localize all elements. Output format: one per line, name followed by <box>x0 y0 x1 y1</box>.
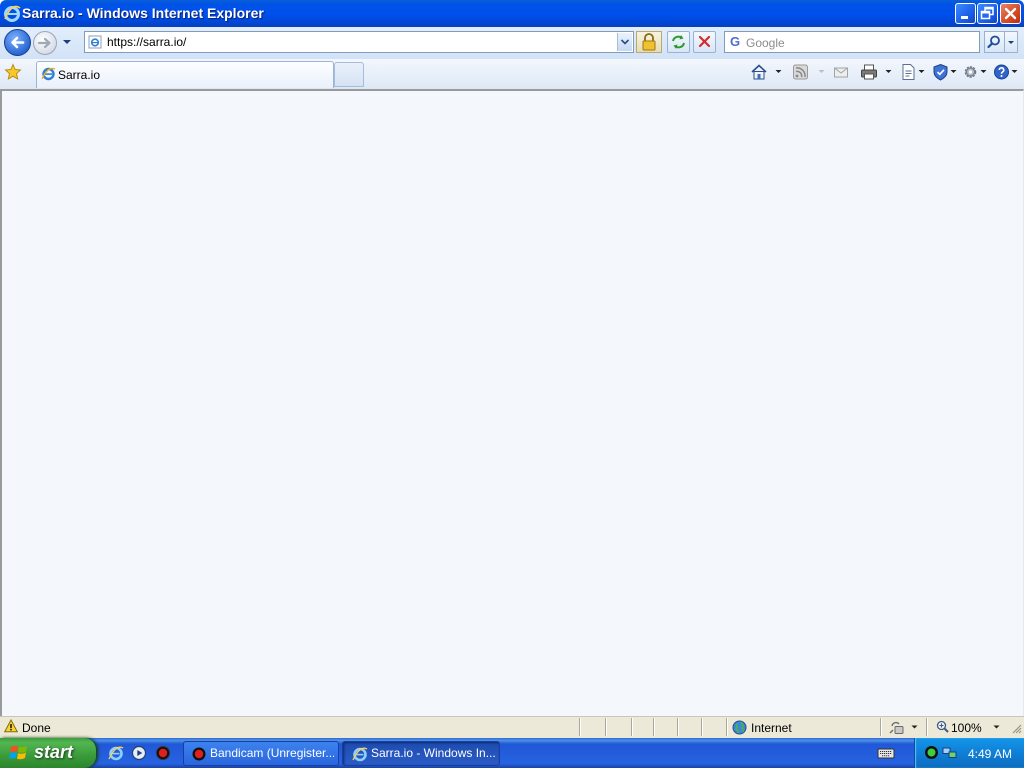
network-connection-icon[interactable] <box>942 745 957 760</box>
window-title: Sarra.io - Windows Internet Explorer <box>22 5 264 21</box>
bandicam-icon[interactable] <box>155 745 171 761</box>
feeds-icon[interactable] <box>792 63 809 81</box>
chevron-down-icon <box>993 725 1000 729</box>
restore-icon <box>980 6 994 20</box>
ie-icon <box>352 746 368 762</box>
minimize-icon <box>961 16 968 19</box>
status-divider <box>726 718 728 736</box>
taskbar-button-label: Bandicam (Unregister... <box>210 746 334 760</box>
status-divider <box>579 718 581 736</box>
mail-icon[interactable] <box>833 63 849 81</box>
zoom-dropdown[interactable] <box>993 723 1000 731</box>
tab-label: Sarra.io <box>58 68 101 82</box>
feeds-dropdown[interactable] <box>818 66 825 76</box>
forward-button[interactable] <box>33 31 57 55</box>
refresh-button[interactable] <box>667 31 690 53</box>
ie-page-icon <box>88 35 102 49</box>
close-icon <box>1004 7 1017 20</box>
status-divider <box>677 718 679 736</box>
google-logo-icon: G <box>730 34 741 49</box>
back-button[interactable] <box>4 29 31 56</box>
refresh-icon <box>672 35 685 49</box>
magnifier-icon <box>987 35 1000 49</box>
chevron-down-icon <box>950 70 957 73</box>
safety-icon[interactable] <box>932 63 949 81</box>
page-dropdown[interactable] <box>918 66 925 76</box>
new-tab-button[interactable] <box>334 62 364 87</box>
back-arrow-icon <box>11 36 25 49</box>
chevron-down-icon <box>980 70 987 73</box>
status-text: Done <box>22 721 51 735</box>
security-zone-label[interactable]: Internet <box>751 721 792 735</box>
status-divider <box>605 718 607 736</box>
home-dropdown[interactable] <box>775 66 782 76</box>
zoom-magnifier-icon <box>936 720 949 733</box>
status-bar <box>0 716 1024 738</box>
search-input[interactable]: Google <box>746 36 785 50</box>
status-divider <box>701 718 703 736</box>
tools-icon[interactable] <box>962 63 979 81</box>
chevron-down-icon <box>63 40 71 44</box>
record-status-icon[interactable] <box>924 745 939 760</box>
favorites-star-icon[interactable] <box>4 63 22 81</box>
protected-mode-icon[interactable] <box>889 720 907 735</box>
status-divider <box>653 718 655 736</box>
warning-icon[interactable] <box>4 719 18 733</box>
page-icon[interactable] <box>900 63 917 81</box>
windows-flag-icon <box>9 744 29 762</box>
ie-logo-icon <box>3 4 21 22</box>
minimize-button[interactable] <box>955 3 976 24</box>
security-report-button[interactable] <box>636 31 662 53</box>
chevron-down-icon <box>918 70 925 73</box>
chevron-down-icon <box>818 70 825 73</box>
home-icon[interactable] <box>750 63 768 81</box>
resize-grip-icon[interactable] <box>1010 722 1022 734</box>
stop-icon <box>698 35 711 48</box>
taskbar-button-label: Sarra.io - Windows In... <box>371 746 495 760</box>
ie-page-icon <box>41 66 56 81</box>
chevron-down-icon <box>1008 41 1014 44</box>
clock[interactable]: 4:49 AM <box>968 747 1012 761</box>
search-button[interactable] <box>984 31 1005 53</box>
print-dropdown[interactable] <box>885 66 892 76</box>
protected-mode-dropdown[interactable] <box>911 723 918 731</box>
restore-button[interactable] <box>977 3 998 24</box>
help-icon[interactable] <box>993 63 1010 81</box>
address-input[interactable]: https://sarra.io/ <box>107 35 186 49</box>
print-icon[interactable] <box>860 63 878 81</box>
search-options-dropdown[interactable] <box>1005 31 1018 53</box>
safety-dropdown[interactable] <box>950 66 957 76</box>
status-divider <box>926 718 928 736</box>
tools-dropdown[interactable] <box>980 66 987 76</box>
ie-icon[interactable] <box>108 745 124 761</box>
page-content[interactable] <box>0 89 1024 716</box>
chevron-down-icon <box>620 39 630 45</box>
status-divider <box>631 718 633 736</box>
close-button[interactable] <box>1000 3 1021 24</box>
stop-button[interactable] <box>693 31 716 53</box>
media-player-icon[interactable] <box>131 745 147 761</box>
help-dropdown[interactable] <box>1011 66 1018 76</box>
taskbar <box>0 738 1024 768</box>
forward-arrow-icon <box>37 37 51 49</box>
address-dropdown[interactable] <box>617 33 632 51</box>
status-divider <box>880 718 882 736</box>
chevron-down-icon <box>775 70 782 73</box>
chevron-down-icon <box>885 70 892 73</box>
start-label: start <box>34 742 74 762</box>
recent-pages-dropdown[interactable] <box>60 36 74 48</box>
padlock-icon <box>642 33 656 51</box>
globe-icon <box>732 720 747 735</box>
zoom-level[interactable]: 100% <box>951 721 982 735</box>
keyboard-icon[interactable] <box>877 746 895 760</box>
chevron-down-icon <box>1011 70 1018 73</box>
chevron-down-icon <box>911 725 918 729</box>
bandicam-icon <box>191 746 207 762</box>
